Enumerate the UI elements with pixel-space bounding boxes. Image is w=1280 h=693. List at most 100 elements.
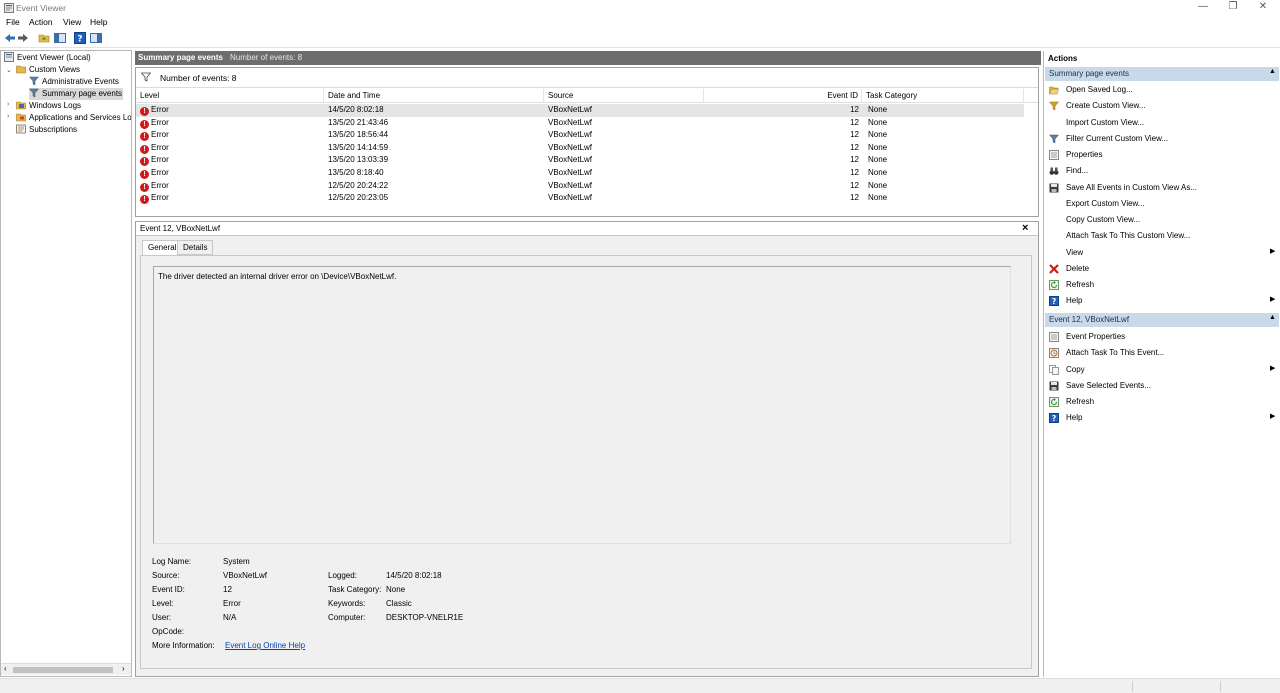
action-create-custom-view[interactable]: Create Custom View... bbox=[1045, 98, 1279, 114]
tree-node-custom-views[interactable]: Custom Views bbox=[16, 64, 80, 76]
event-description-box[interactable]: The driver detected an internal driver e… bbox=[153, 266, 1011, 544]
tab-details[interactable]: Details bbox=[177, 240, 214, 255]
cell-event-id: 12 bbox=[850, 193, 859, 203]
column-header-date-and-time[interactable]: Date and Time bbox=[324, 89, 544, 103]
show-hide-tree-icon[interactable] bbox=[54, 32, 66, 44]
action-find[interactable]: Find... bbox=[1045, 163, 1279, 179]
windows-logs-icon bbox=[16, 101, 26, 110]
action-attach-task-to-this-custom-view[interactable]: Attach Task To This Custom View... bbox=[1045, 228, 1279, 244]
action-refresh[interactable]: Refresh bbox=[1045, 277, 1279, 293]
tree-horizontal-scrollbar[interactable]: ‹ › bbox=[1, 663, 131, 675]
minimize-button[interactable]: — bbox=[1188, 0, 1218, 15]
section-title: Summary page events bbox=[1049, 69, 1130, 78]
menu-help[interactable]: Help bbox=[90, 17, 107, 27]
filter-bar: Number of events: 8 bbox=[136, 68, 1038, 88]
action-help[interactable]: ? Help ▶ bbox=[1045, 293, 1279, 309]
chevron-right-icon[interactable]: › bbox=[7, 113, 9, 120]
close-window-button[interactable]: ✕ bbox=[1248, 0, 1278, 15]
error-icon: ! bbox=[140, 107, 149, 116]
action-import-custom-view[interactable]: Import Custom View... bbox=[1045, 115, 1279, 131]
collapse-up-icon[interactable]: ▲ bbox=[1269, 68, 1276, 75]
value-keywords: Classic bbox=[386, 599, 412, 608]
event-row[interactable]: ! Error 13/5/20 8:18:40 VBoxNetLwf 12 None bbox=[136, 167, 1024, 180]
folder-icon bbox=[16, 65, 26, 74]
label-keywords: Keywords: bbox=[328, 599, 366, 608]
show-hide-action-pane-icon[interactable] bbox=[90, 32, 102, 44]
action-copy-custom-view[interactable]: Copy Custom View... bbox=[1045, 212, 1279, 228]
tree-node-event-viewer-local[interactable]: Event Viewer (Local) bbox=[4, 52, 91, 64]
cell-source: VBoxNetLwf bbox=[548, 155, 593, 165]
up-folder-icon[interactable] bbox=[38, 32, 50, 44]
action-save-selected-events[interactable]: Save Selected Events... bbox=[1045, 378, 1279, 394]
error-icon: ! bbox=[140, 144, 149, 154]
forward-arrow-icon[interactable] bbox=[17, 32, 29, 44]
scroll-right-icon[interactable]: › bbox=[122, 664, 125, 673]
event-row[interactable]: ! Error 13/5/20 13:03:39 VBoxNetLwf 12 None bbox=[136, 154, 1024, 167]
scrollbar-thumb[interactable] bbox=[13, 667, 113, 673]
column-header-level[interactable]: Level bbox=[136, 89, 324, 103]
back-arrow-icon[interactable] bbox=[4, 32, 16, 44]
restore-button[interactable]: ❐ bbox=[1218, 0, 1248, 15]
cell-event-id: 12 bbox=[850, 142, 859, 152]
filter-icon bbox=[29, 76, 39, 86]
cell-task-category: None bbox=[868, 105, 888, 114]
tree-node-applications-and-services[interactable]: Applications and Services Lo bbox=[16, 112, 131, 124]
column-header-source[interactable]: Source bbox=[544, 89, 704, 103]
event-log-online-help-link[interactable]: Event Log Online Help bbox=[225, 641, 305, 650]
event-row[interactable]: ! Error 12/5/20 20:23:05 VBoxNetLwf 12 None bbox=[136, 192, 1024, 205]
action-label: Attach Task To This Event... bbox=[1066, 348, 1165, 358]
tree-label: Event Viewer (Local) bbox=[17, 53, 91, 62]
event-row[interactable]: ! Error 14/5/20 8:02:18 VBoxNetLwf 12 None bbox=[136, 104, 1024, 117]
cell-event-id: 12 bbox=[850, 155, 859, 165]
column-header-event-id[interactable]: Event ID bbox=[704, 89, 862, 103]
actions-section-event[interactable]: Event 12, VBoxNetLwf ▲ bbox=[1045, 313, 1279, 327]
cell-task-category: None bbox=[868, 130, 888, 140]
event-row[interactable]: ! Error 12/5/20 20:24:22 VBoxNetLwf 12 None bbox=[136, 180, 1024, 193]
action-attach-task-to-this-event[interactable]: Attach Task To This Event... bbox=[1045, 345, 1279, 361]
action-copy[interactable]: Copy ▶ bbox=[1045, 362, 1279, 378]
action-label: Refresh bbox=[1066, 397, 1095, 406]
action-label: Help bbox=[1066, 296, 1083, 306]
action-filter-current-custom-view[interactable]: Filter Current Custom View... bbox=[1045, 131, 1279, 147]
actions-section-summary-page-events[interactable]: Summary page events ▲ bbox=[1045, 67, 1279, 81]
tree-node-windows-logs[interactable]: Windows Logs bbox=[16, 100, 81, 112]
action-label: Open Saved Log... bbox=[1066, 85, 1133, 94]
tree-label: Windows Logs bbox=[29, 101, 82, 110]
action-delete[interactable]: Delete bbox=[1045, 261, 1279, 277]
collapse-up-icon[interactable]: ▲ bbox=[1269, 314, 1276, 321]
help-icon[interactable]: ? bbox=[74, 32, 86, 44]
value-user: N/A bbox=[223, 613, 237, 622]
cell-task-category: None bbox=[868, 180, 888, 190]
level-text: Error bbox=[151, 117, 169, 127]
menu-action[interactable]: Action bbox=[29, 17, 53, 27]
tree-node-administrative-events[interactable]: Administrative Events bbox=[29, 76, 119, 88]
action-refresh[interactable]: Refresh bbox=[1045, 394, 1279, 410]
event-detail-header: Event 12, VBoxNetLwf × bbox=[136, 222, 1038, 236]
action-event-properties[interactable]: Event Properties bbox=[1045, 329, 1279, 345]
action-view[interactable]: View ▶ bbox=[1045, 245, 1279, 261]
action-save-all-events-in-custom-view-as[interactable]: Save All Events in Custom View As... bbox=[1045, 180, 1279, 196]
tree-node-subscriptions[interactable]: Subscriptions bbox=[16, 124, 77, 136]
tree-node-summary-page-events[interactable]: Summary page events bbox=[29, 88, 123, 100]
action-open-saved-log[interactable]: Open Saved Log... bbox=[1045, 82, 1279, 98]
event-row[interactable]: ! Error 13/5/20 18:56:44 VBoxNetLwf 12 None bbox=[136, 129, 1024, 142]
svg-text:?: ? bbox=[1052, 414, 1056, 423]
error-icon: ! bbox=[140, 157, 149, 167]
column-header-task-category[interactable]: Task Category bbox=[862, 89, 1024, 103]
event-row[interactable]: ! Error 13/5/20 14:14:59 VBoxNetLwf 12 None bbox=[136, 142, 1024, 155]
chevron-right-icon[interactable]: › bbox=[7, 101, 9, 108]
label-level: Level: bbox=[152, 599, 174, 608]
action-export-custom-view[interactable]: Export Custom View... bbox=[1045, 196, 1279, 212]
filter-event-count: Number of events: 8 bbox=[160, 73, 237, 83]
chevron-down-icon[interactable]: ⌄ bbox=[6, 66, 12, 74]
menu-file[interactable]: File bbox=[6, 17, 20, 27]
action-help[interactable]: ? Help ▶ bbox=[1045, 410, 1279, 426]
cell-event-id: 12 bbox=[850, 168, 859, 177]
close-icon[interactable]: × bbox=[1022, 222, 1028, 234]
action-properties[interactable]: Properties bbox=[1045, 147, 1279, 163]
scroll-left-icon[interactable]: ‹ bbox=[4, 664, 7, 673]
event-row[interactable]: ! Error 13/5/20 21:43:46 VBoxNetLwf 12 None bbox=[136, 117, 1024, 130]
event-viewer-icon bbox=[4, 52, 14, 62]
value-source: VBoxNetLwf bbox=[223, 571, 268, 580]
menu-view[interactable]: View bbox=[63, 17, 81, 27]
